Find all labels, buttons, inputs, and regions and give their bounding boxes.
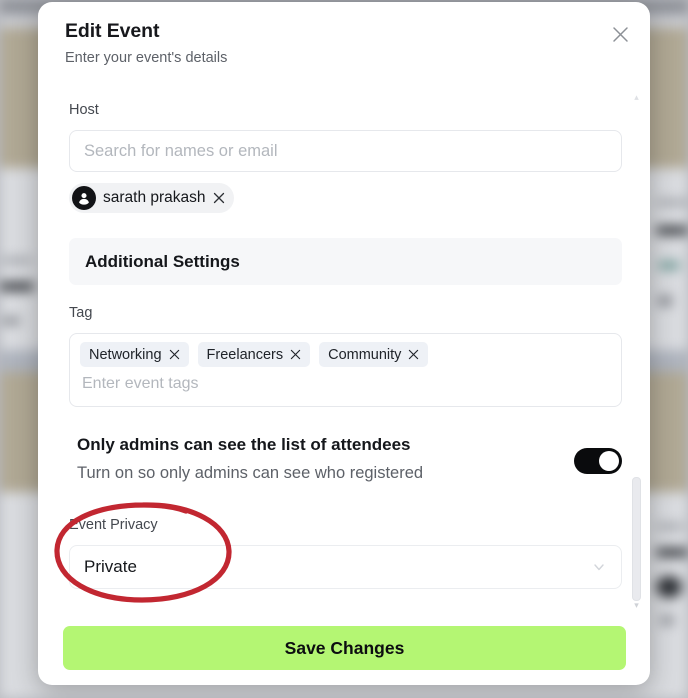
host-chip-remove-icon[interactable] [213, 192, 225, 204]
event-privacy-select[interactable]: Private [69, 545, 622, 589]
edit-event-modal: Edit Event Enter your event's details Ho… [38, 2, 650, 685]
host-search-input[interactable]: Search for names or email [69, 130, 622, 172]
tag-remove-icon[interactable] [169, 349, 180, 360]
additional-settings-heading: Additional Settings [85, 251, 240, 271]
close-icon[interactable] [604, 18, 636, 50]
screen: Edit Event Enter your event's details Ho… [0, 0, 688, 698]
modal-title: Edit Event [65, 20, 160, 42]
tag-chip-label: Community [328, 346, 402, 363]
person-icon [72, 186, 96, 210]
caret-up-icon[interactable]: ▴ [632, 93, 641, 102]
tag-input-box[interactable]: Networking Freelancers Community Enter e… [69, 333, 622, 407]
tag-chip: Freelancers [197, 342, 311, 367]
attendees-toggle-title: Only admins can see the list of attendee… [77, 435, 411, 454]
chevron-down-icon [591, 559, 607, 575]
host-chip-label: sarath prakash [103, 189, 206, 206]
tag-text-input[interactable]: Enter event tags [80, 375, 611, 393]
caret-down-icon[interactable]: ▾ [632, 601, 641, 610]
tag-chip-row: Networking Freelancers Community [80, 342, 611, 367]
attendees-visibility-toggle[interactable] [574, 448, 622, 474]
tag-chip: Community [319, 342, 429, 367]
event-privacy-value: Private [84, 557, 137, 576]
tag-remove-icon[interactable] [408, 349, 419, 360]
tag-remove-icon[interactable] [290, 349, 301, 360]
tag-label: Tag [69, 305, 93, 321]
toggle-knob [599, 451, 619, 471]
tag-chip-label: Freelancers [206, 346, 284, 363]
modal-scrollbar-thumb[interactable] [632, 477, 641, 601]
tag-chip: Networking [80, 342, 189, 367]
host-label: Host [69, 102, 99, 118]
tag-chip-label: Networking [89, 346, 162, 363]
save-changes-button[interactable]: Save Changes [63, 626, 626, 670]
modal-subtitle: Enter your event's details [65, 50, 228, 66]
event-privacy-label: Event Privacy [69, 517, 158, 533]
additional-settings-banner: Additional Settings [69, 238, 622, 285]
host-chip: sarath prakash [69, 183, 234, 213]
attendees-toggle-description: Turn on so only admins can see who regis… [77, 464, 424, 482]
